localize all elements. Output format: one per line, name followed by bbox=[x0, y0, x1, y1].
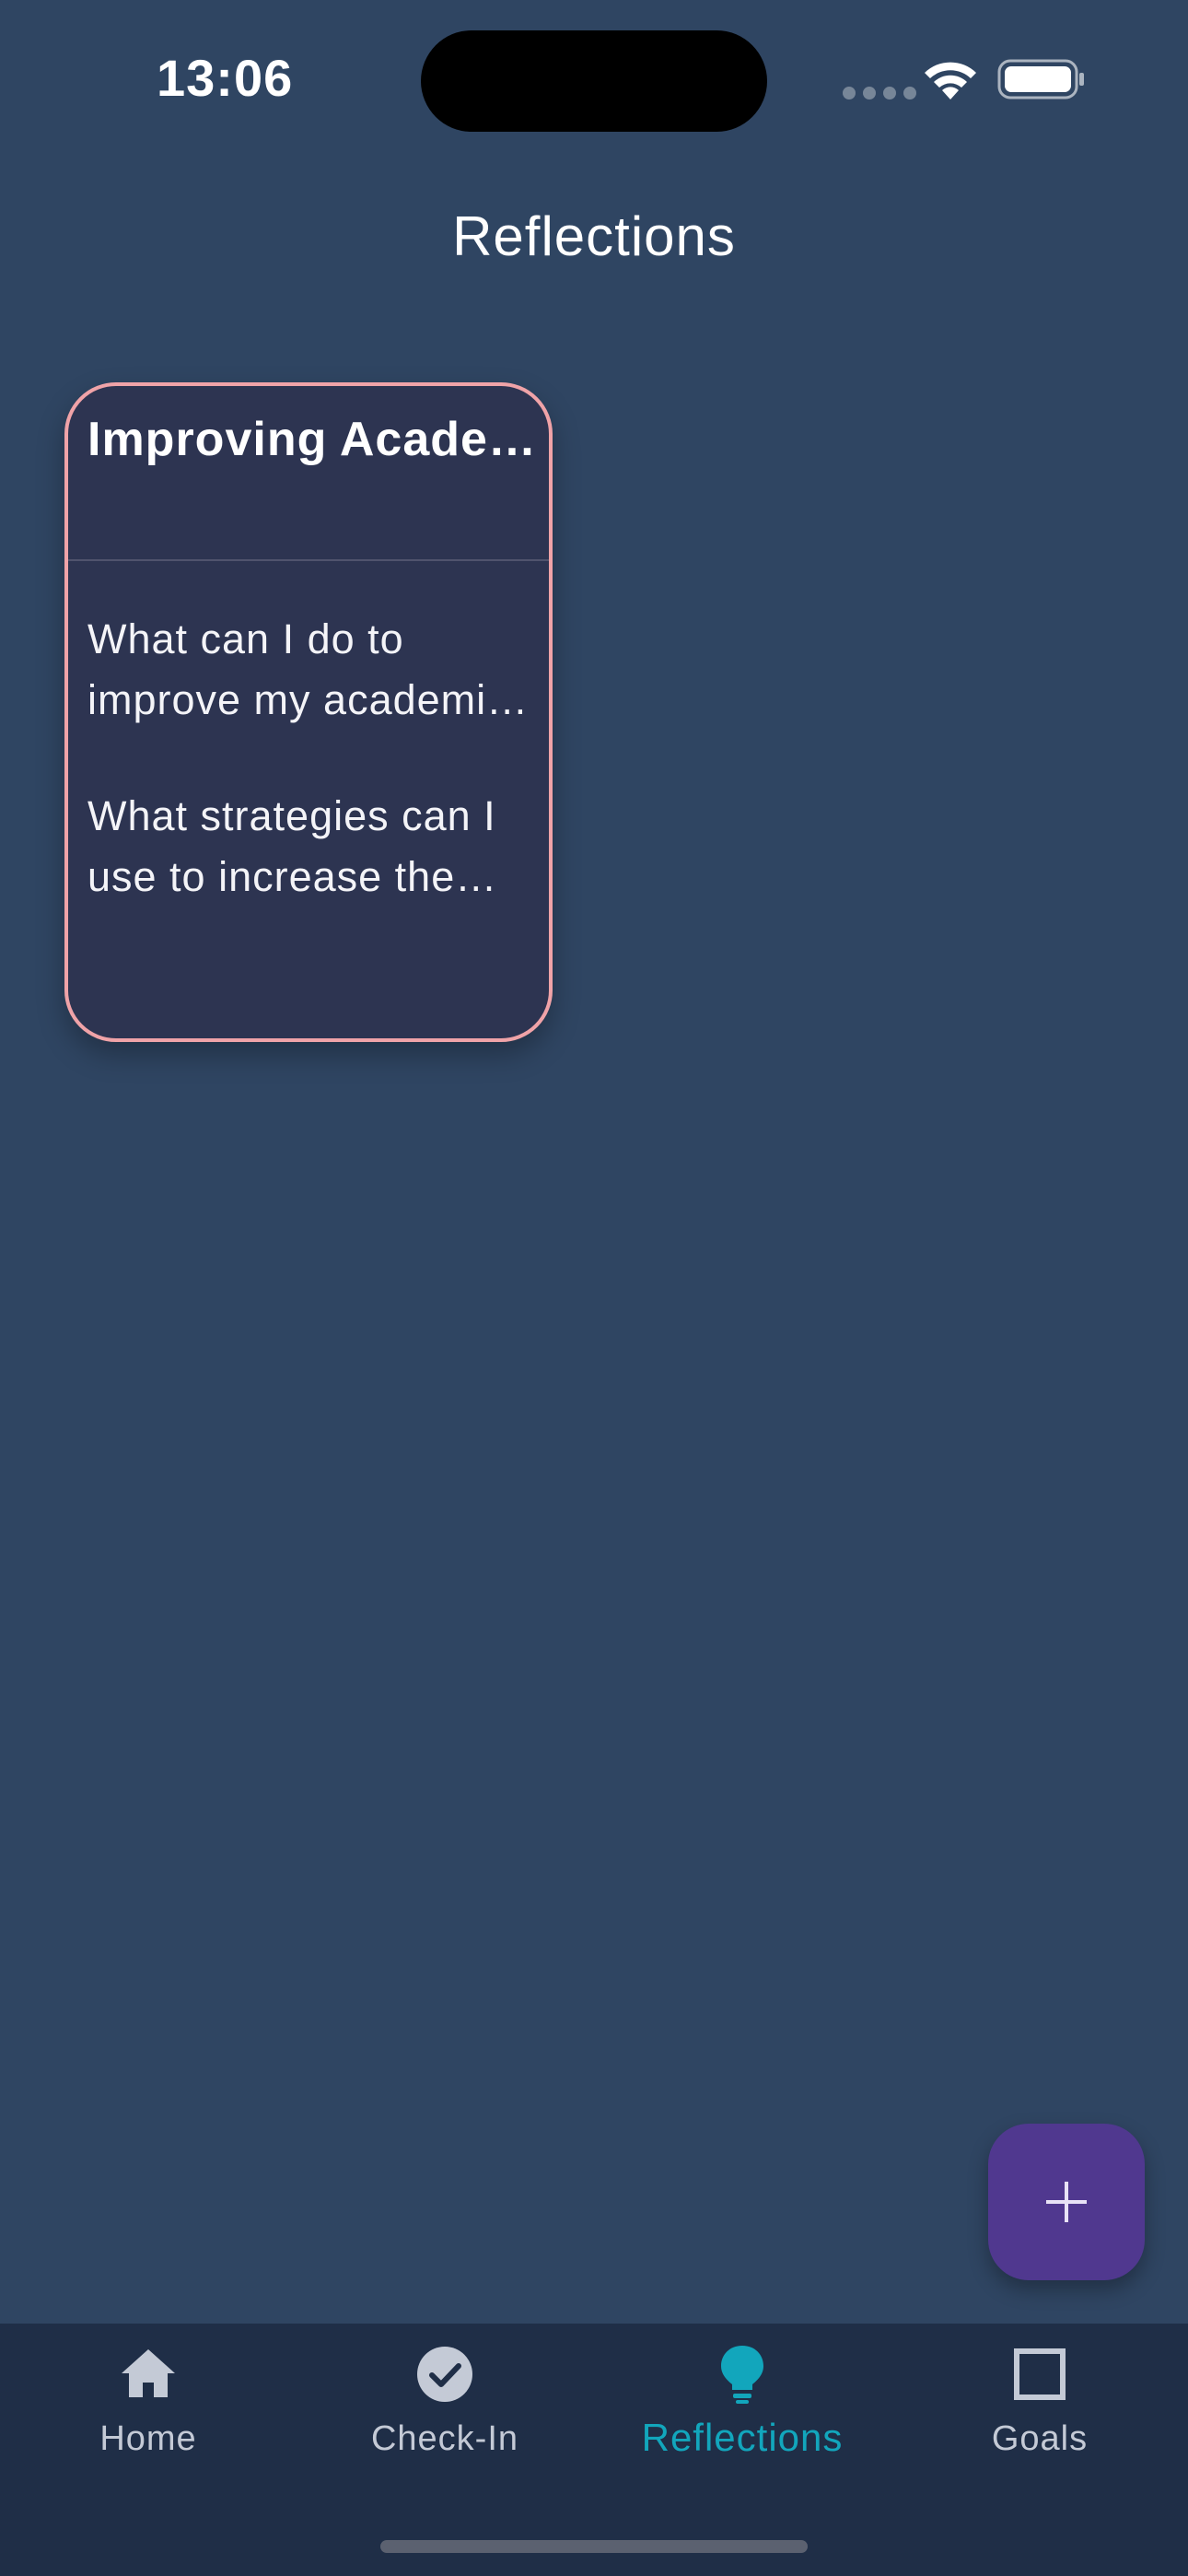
check-circle-icon bbox=[417, 2347, 472, 2402]
wifi-icon bbox=[925, 62, 976, 100]
lightbulb-icon bbox=[721, 2346, 763, 2404]
reflection-question: What can I do to improve my academic per… bbox=[87, 615, 508, 723]
battery-icon bbox=[997, 59, 1084, 100]
add-reflection-button[interactable] bbox=[988, 2124, 1145, 2280]
plus-icon bbox=[1046, 2182, 1087, 2222]
home-icon bbox=[122, 2349, 175, 2397]
reflection-card[interactable]: Improving Academic Performance What can … bbox=[64, 382, 553, 1042]
home-indicator bbox=[380, 2540, 808, 2553]
square-icon bbox=[1014, 2348, 1066, 2400]
nav-item-home[interactable]: Home bbox=[0, 2324, 297, 2499]
nav-item-reflections[interactable]: Reflections bbox=[594, 2324, 891, 2499]
nav-label-home: Home bbox=[99, 2419, 197, 2458]
nav-item-goals[interactable]: Goals bbox=[891, 2324, 1188, 2499]
dynamic-island bbox=[421, 30, 767, 132]
nav-label-reflections: Reflections bbox=[641, 2416, 844, 2459]
nav-item-check-in[interactable]: Check-In bbox=[297, 2324, 593, 2499]
nav-label-check-in: Check-In bbox=[370, 2419, 519, 2458]
cellular-signal-icon bbox=[843, 87, 916, 100]
nav-label-goals: Goals bbox=[991, 2419, 1089, 2458]
reflection-card-title: Improving Academic Performance bbox=[87, 413, 537, 466]
page-title: Reflections bbox=[452, 205, 736, 267]
bottom-nav: Home Check-In Reflections Goals bbox=[0, 2324, 1188, 2576]
reflection-question: What strategies can I use to increase th… bbox=[87, 792, 496, 900]
status-bar: 13:06 bbox=[0, 0, 1188, 166]
card-divider bbox=[68, 559, 549, 561]
status-time: 13:06 bbox=[157, 49, 294, 107]
